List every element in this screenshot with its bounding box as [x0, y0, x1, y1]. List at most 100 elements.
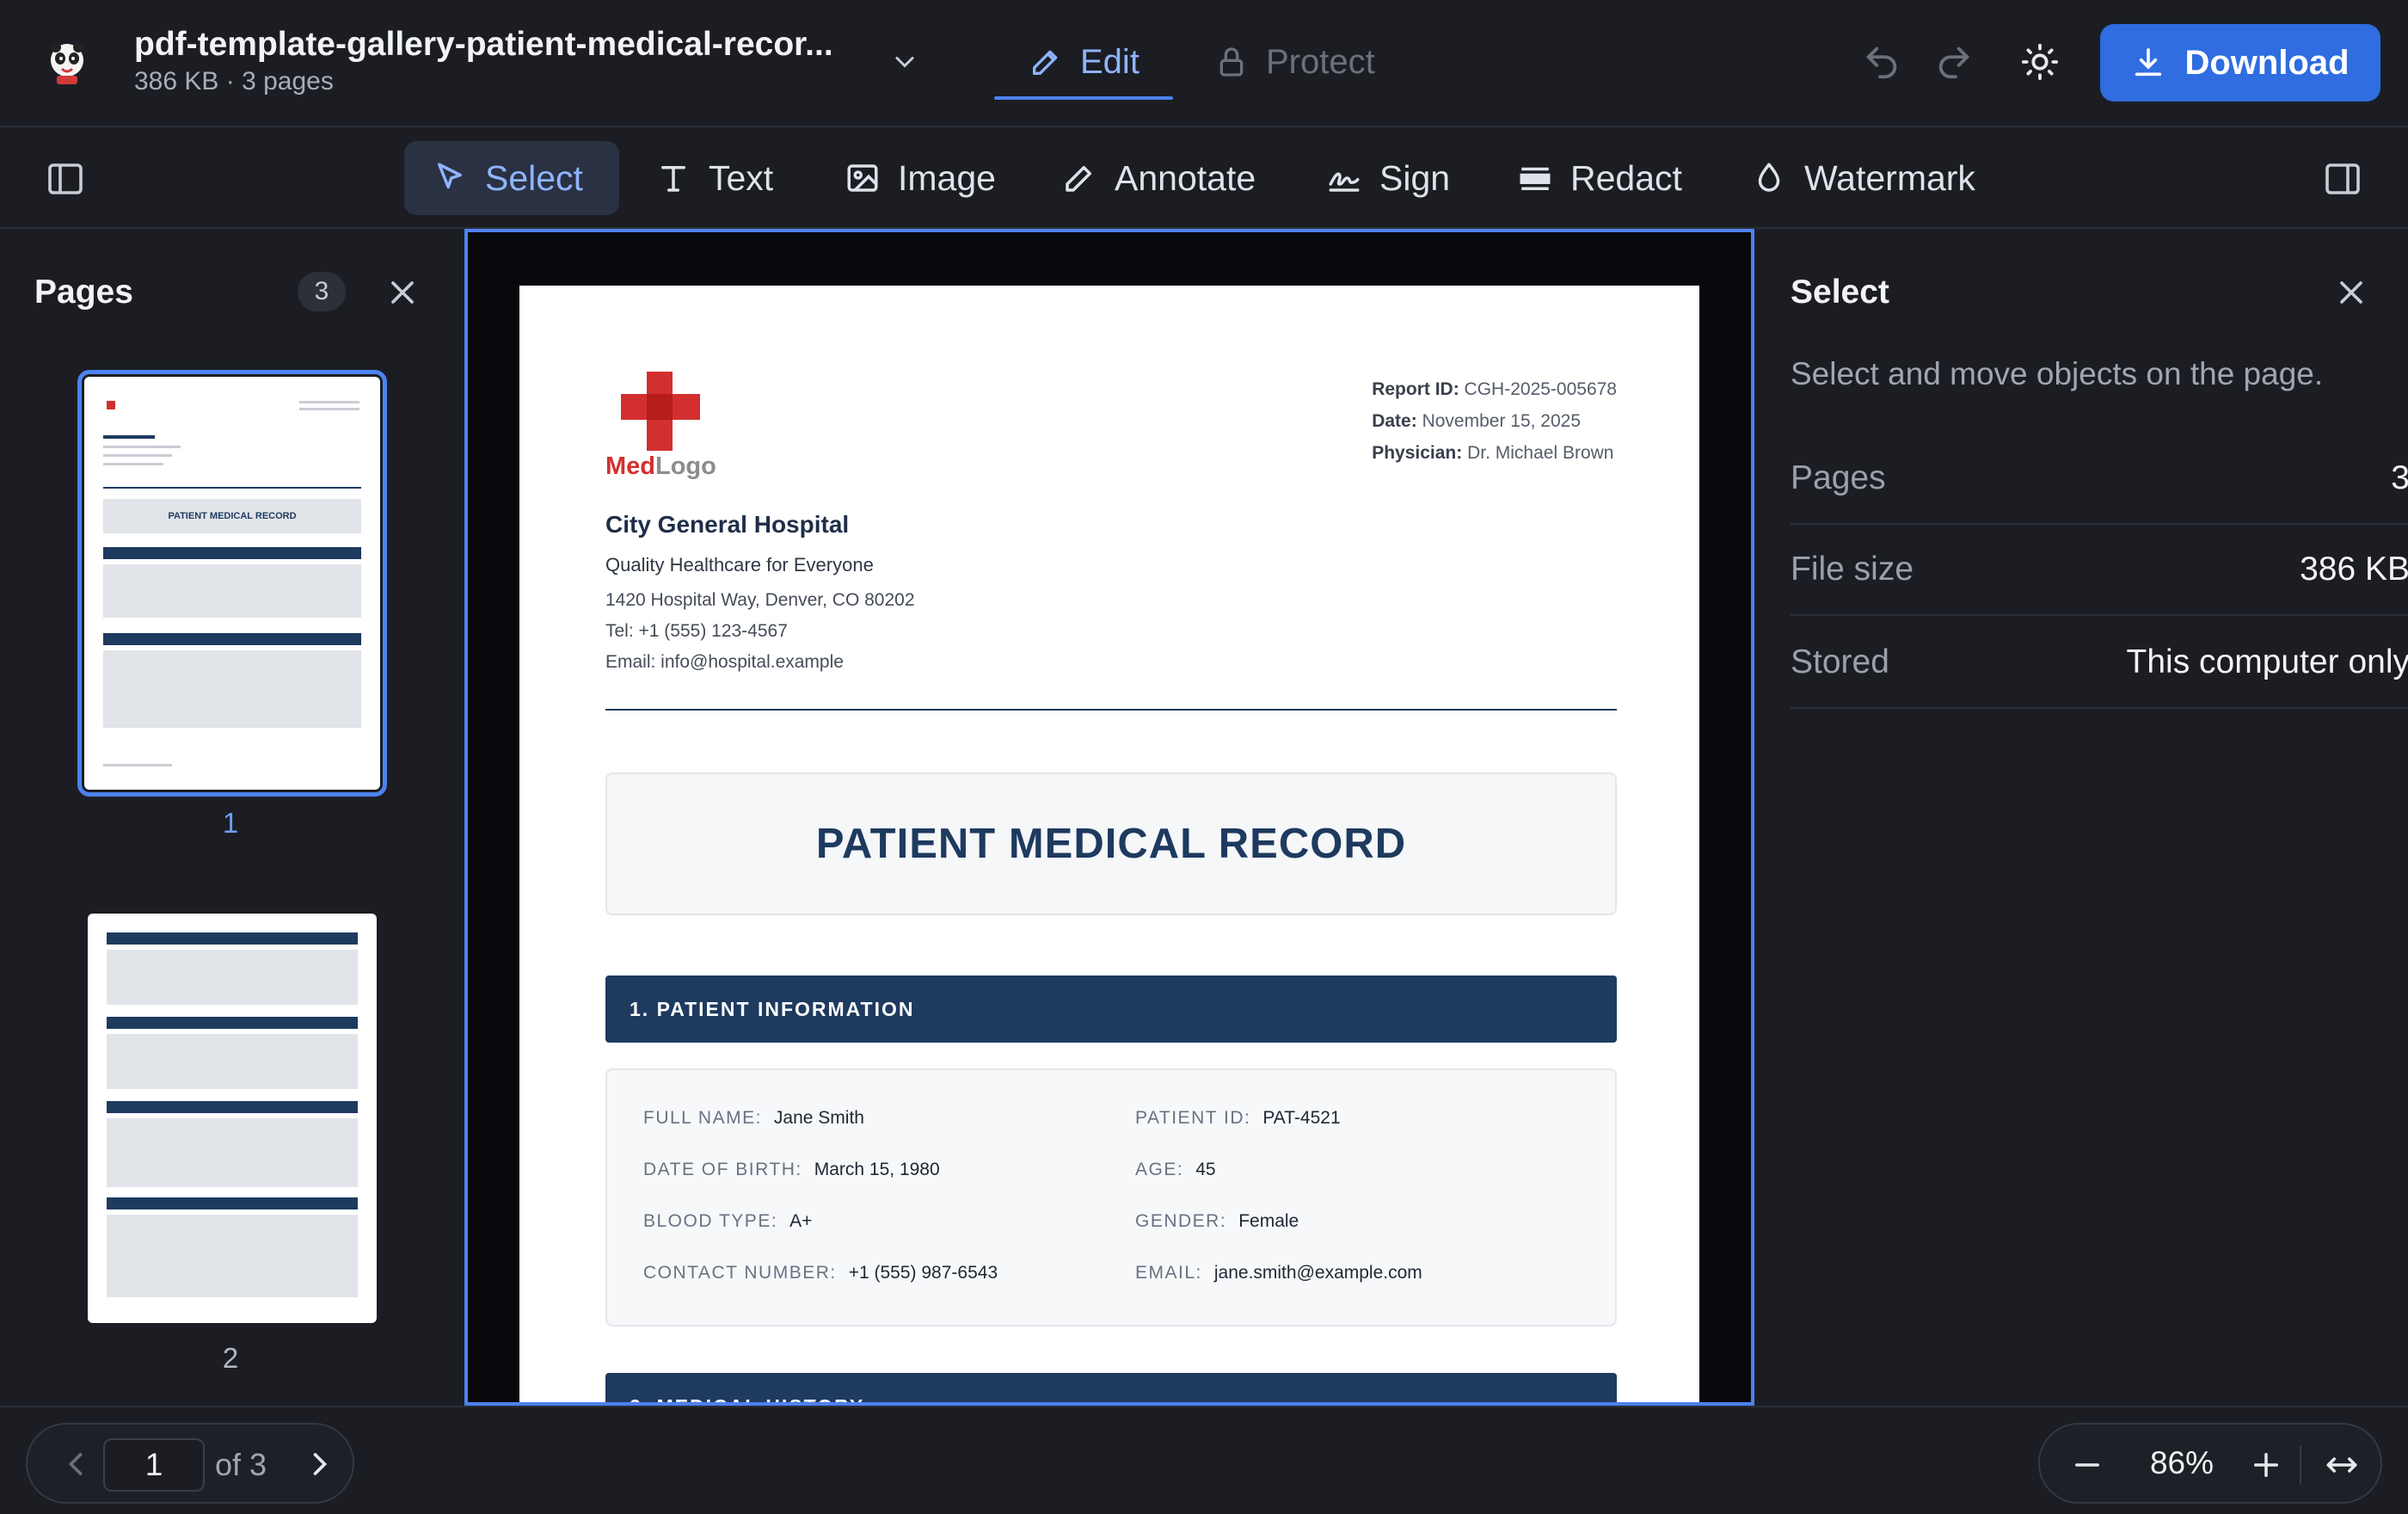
- zoom-divider: [2300, 1445, 2301, 1485]
- zoom-level[interactable]: 86%: [2126, 1445, 2238, 1481]
- thumb-footer: [103, 764, 172, 766]
- page-navigator: of 3: [26, 1423, 354, 1504]
- close-icon[interactable]: [2332, 274, 2370, 311]
- thumb-line: [103, 454, 172, 457]
- thumb-section-bar: [103, 547, 361, 559]
- thumb-table: [103, 650, 361, 728]
- thumbnail-label-2: 2: [222, 1342, 239, 1374]
- thumb-rule: [103, 487, 361, 489]
- thumb-line: [103, 446, 181, 448]
- undo-icon: [1865, 46, 1897, 79]
- download-button[interactable]: Download: [2100, 24, 2380, 102]
- page-thumbnail-2[interactable]: [88, 914, 377, 1323]
- pages-sidebar: Pages 3 PATIENT MEDICAL RECORD 1 2: [0, 231, 464, 1406]
- field-age: AGE: 45: [1135, 1160, 1216, 1179]
- tab-protect-label: Protect: [1266, 42, 1375, 81]
- thumbnail-label-1: 1: [222, 807, 239, 839]
- chevron-right-icon[interactable]: [301, 1445, 339, 1483]
- tool-image-label: Image: [898, 157, 996, 198]
- section-patient-information: 1. PATIENT INFORMATION: [605, 975, 1617, 1043]
- lock-icon: [1219, 47, 1244, 77]
- hospital-email: Email: info@hospital.example: [605, 652, 844, 672]
- tool-text-label: Text: [709, 157, 774, 198]
- document-page[interactable]: MedLogo Report ID: CGH-2025-005678 Date:…: [519, 286, 1699, 1402]
- tab-edit[interactable]: Edit: [1029, 38, 1140, 86]
- document-canvas[interactable]: MedLogo Report ID: CGH-2025-005678 Date:…: [464, 229, 1754, 1406]
- thumb-line: [299, 401, 359, 403]
- theme-toggle-button[interactable]: [2012, 34, 2067, 89]
- tool-sign[interactable]: Sign: [1299, 141, 1477, 215]
- top-bar: pdf-template-gallery-patient-medical-rec…: [0, 0, 2408, 127]
- sidebar-title: Pages: [34, 274, 133, 311]
- text-icon: [661, 166, 685, 192]
- close-icon[interactable]: [384, 274, 421, 311]
- tool-annotate-label: Annotate: [1115, 157, 1256, 198]
- thumb-title: PATIENT MEDICAL RECORD: [103, 499, 361, 533]
- thumb-line: [103, 463, 163, 465]
- page-number-input[interactable]: [103, 1438, 205, 1492]
- physician-name: Dr. Michael Brown: [1467, 443, 1614, 463]
- bottom-bar: of 3 86%: [0, 1406, 2408, 1514]
- tab-protect[interactable]: Protect: [1214, 38, 1375, 86]
- redo-icon: [1938, 46, 1970, 79]
- thumb-info-box: [103, 564, 361, 618]
- redact-icon: [1520, 167, 1551, 190]
- report-meta: Report ID: CGH-2025-005678 Date: Novembe…: [1372, 379, 1617, 463]
- page-total-label: of 3: [215, 1447, 267, 1482]
- tool-sign-label: Sign: [1379, 157, 1451, 198]
- thumb-table: [107, 1034, 358, 1089]
- undo-button[interactable]: [1854, 34, 1909, 89]
- file-title[interactable]: pdf-template-gallery-patient-medical-rec…: [134, 26, 833, 64]
- app-logo-icon: [51, 42, 83, 84]
- header-divider: [605, 709, 1617, 711]
- thumb-section-bar: [107, 1101, 358, 1113]
- pen-icon: [1066, 166, 1091, 192]
- info-row-stored: Stored This computer only: [1791, 618, 2408, 709]
- cursor-icon: [438, 163, 462, 189]
- tool-select-label: Select: [485, 157, 583, 198]
- chevron-left-icon[interactable]: [57, 1445, 95, 1483]
- redo-button[interactable]: [1926, 34, 1981, 89]
- signature-icon: [1329, 172, 1360, 192]
- field-gender: GENDER: Female: [1135, 1211, 1299, 1231]
- hospital-name: City General Hospital: [605, 511, 850, 538]
- page-thumbnail-1[interactable]: PATIENT MEDICAL RECORD: [77, 370, 387, 797]
- file-meta: 386 KB · 3 pages: [134, 67, 334, 95]
- document-title: PATIENT MEDICAL RECORD: [815, 821, 1407, 867]
- minus-icon[interactable]: [2069, 1447, 2105, 1483]
- chevron-down-icon[interactable]: [889, 46, 920, 77]
- plus-icon[interactable]: [2248, 1447, 2284, 1483]
- tool-select[interactable]: Select: [404, 141, 619, 215]
- report-id: CGH-2025-005678: [1464, 379, 1617, 399]
- sun-icon: [2021, 43, 2059, 81]
- image-icon: [847, 164, 878, 192]
- hospital-address: 1420 Hospital Way, Denver, CO 80202: [605, 590, 915, 610]
- pencil-icon: [1033, 50, 1058, 76]
- fit-width-icon[interactable]: [2322, 1447, 2362, 1483]
- panel-description: Select and move objects on the page.: [1791, 356, 2324, 391]
- field-date-of-birth: DATE OF BIRTH: March 15, 1980: [643, 1160, 940, 1179]
- active-tab-indicator: [994, 96, 1173, 100]
- field-blood-type: BLOOD TYPE: A+: [643, 1211, 813, 1231]
- droplet-icon: [1758, 163, 1780, 192]
- right-panel-toggle-icon[interactable]: [2322, 158, 2363, 200]
- tool-watermark[interactable]: Watermark: [1723, 141, 2003, 215]
- tool-redact-label: Redact: [1570, 157, 1682, 198]
- thumb-table: [107, 950, 358, 1005]
- tool-bar: Select Text Image Annotate Sign Redact W…: [0, 129, 2408, 229]
- hospital-phone: Tel: +1 (555) 123-4567: [605, 621, 788, 641]
- medlogo-wordmark: MedLogo: [605, 452, 716, 480]
- info-row-pages: Pages 3: [1791, 434, 2408, 525]
- thumb-logo: [107, 401, 115, 409]
- tool-image[interactable]: Image: [817, 141, 1023, 215]
- thumb-table: [107, 1118, 358, 1187]
- tab-edit-label: Edit: [1080, 42, 1140, 81]
- tool-redact[interactable]: Redact: [1490, 141, 1710, 215]
- tool-text[interactable]: Text: [628, 141, 801, 215]
- report-date: November 15, 2025: [1422, 411, 1582, 431]
- left-panel-toggle-icon[interactable]: [45, 158, 86, 200]
- tool-annotate[interactable]: Annotate: [1034, 141, 1283, 215]
- thumb-section-bar: [107, 1197, 358, 1209]
- thumb-table: [107, 1215, 358, 1297]
- field-patient-id: PATIENT ID: PAT-4521: [1135, 1108, 1341, 1128]
